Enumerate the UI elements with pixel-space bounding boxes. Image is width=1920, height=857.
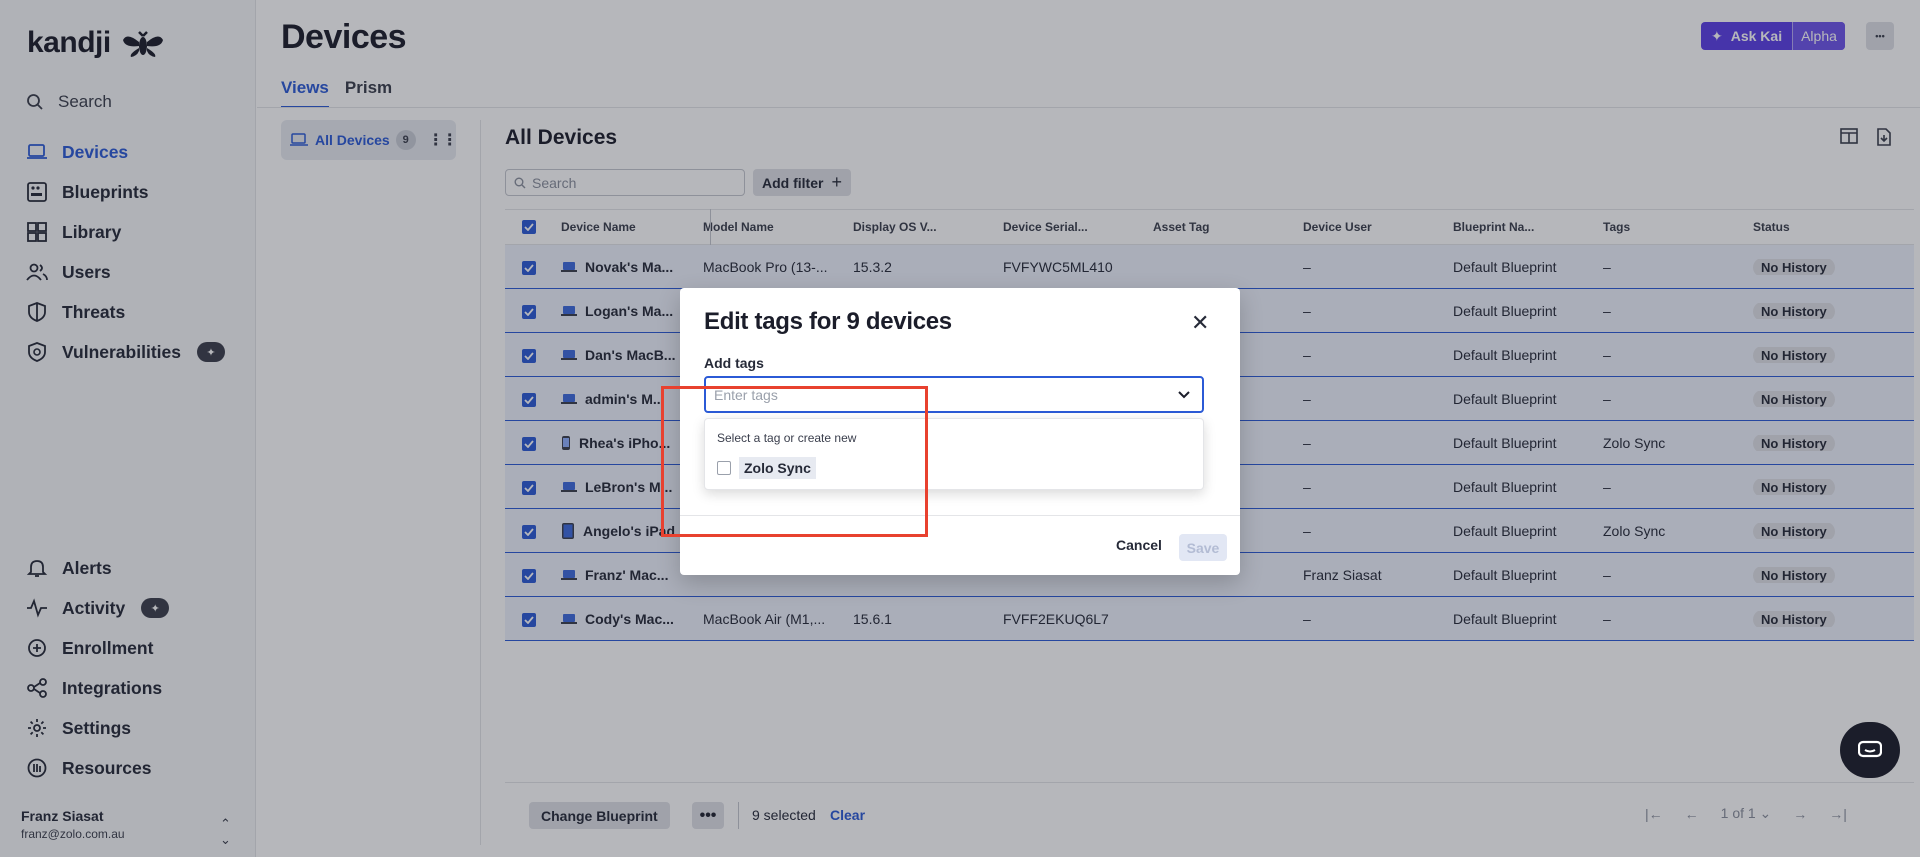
annotation-highlight-box xyxy=(661,386,928,537)
close-icon[interactable]: ✕ xyxy=(1191,310,1209,336)
add-tags-label: Add tags xyxy=(704,355,764,371)
chat-support-button[interactable] xyxy=(1840,722,1900,778)
chevron-down-icon[interactable] xyxy=(1176,386,1192,402)
save-button[interactable]: Save xyxy=(1179,534,1227,561)
chat-icon xyxy=(1858,740,1882,758)
modal-title: Edit tags for 9 devices xyxy=(704,308,952,335)
cancel-button[interactable]: Cancel xyxy=(1116,537,1162,553)
